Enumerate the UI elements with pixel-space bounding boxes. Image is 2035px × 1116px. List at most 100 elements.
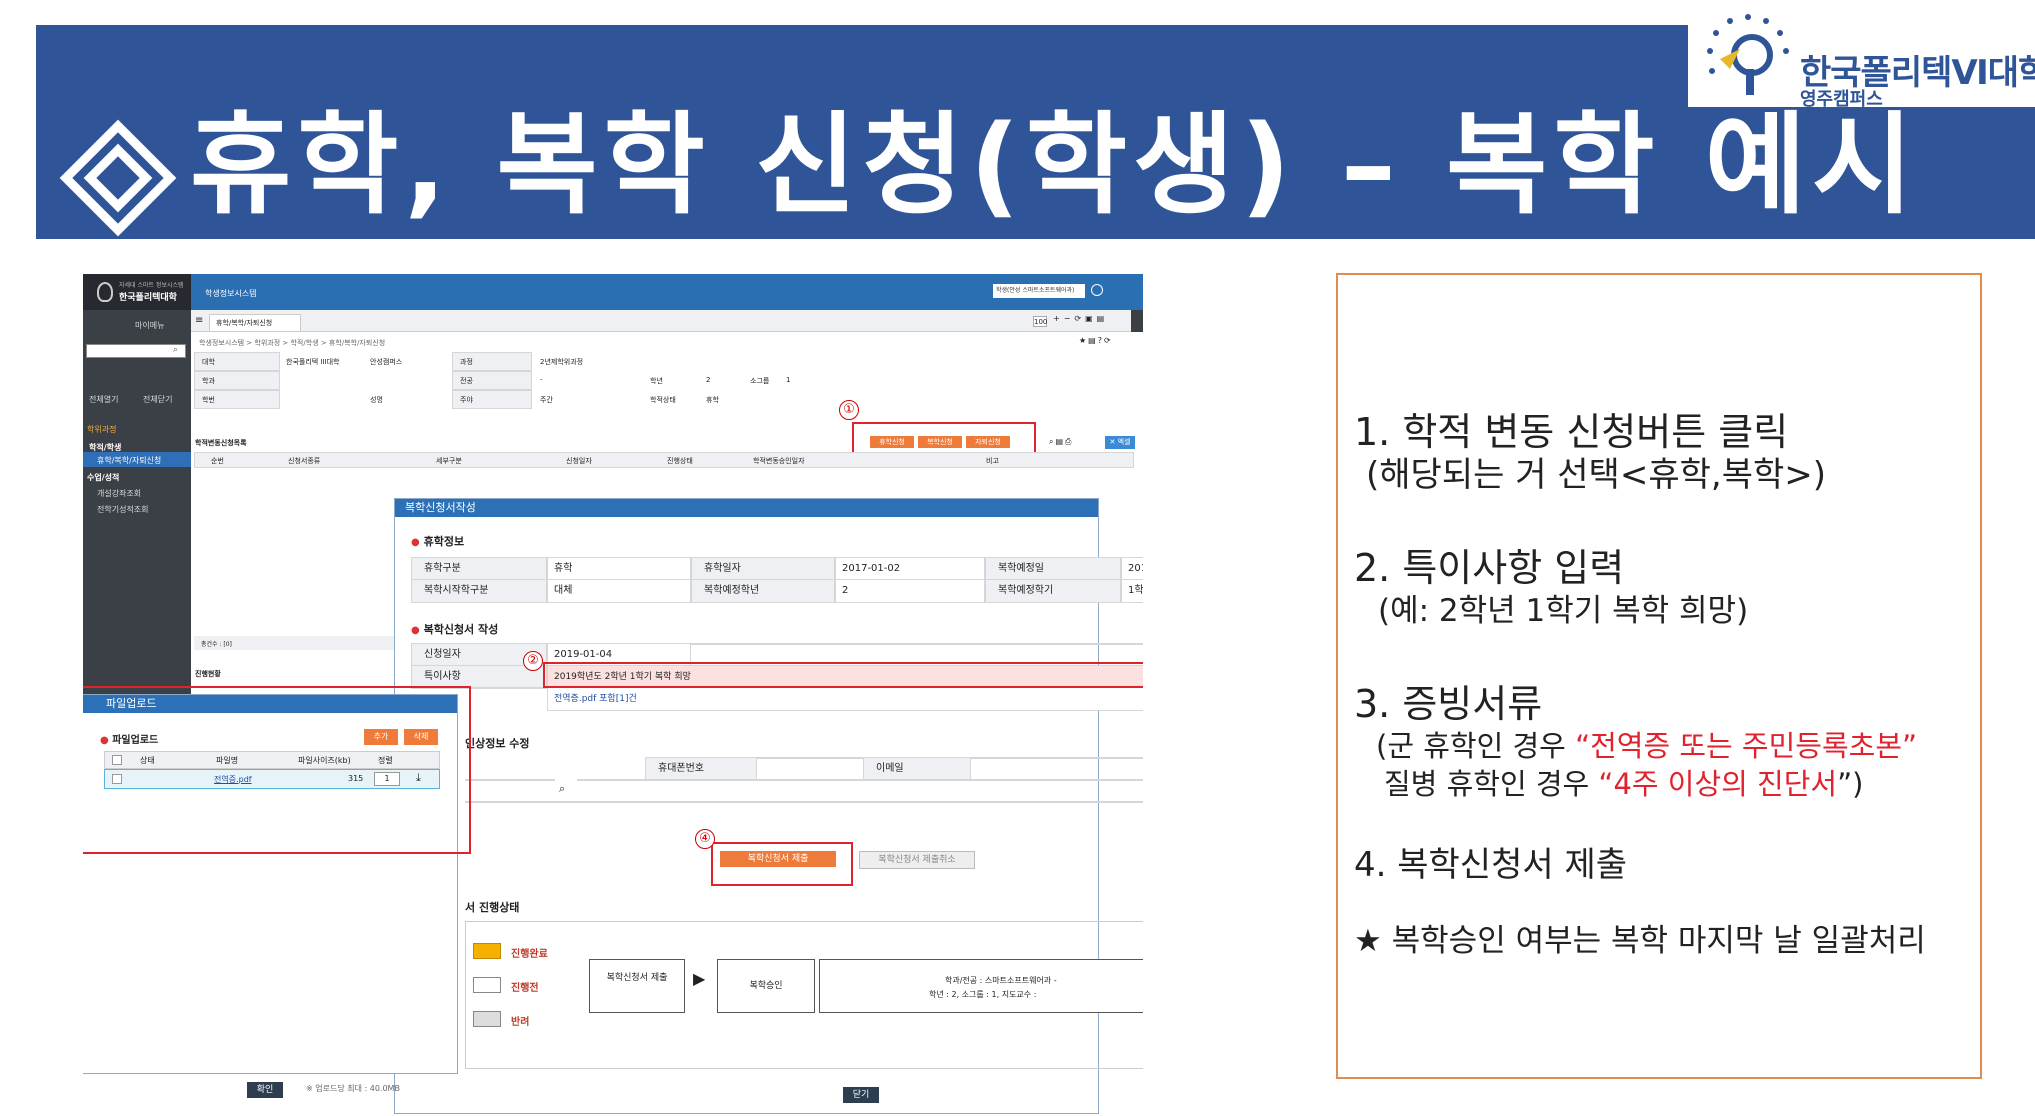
email-input[interactable]	[971, 757, 1143, 759]
step-3-illness-close: ”)	[1837, 767, 1864, 801]
section-progress: 서 진행상태	[465, 901, 520, 914]
list-col: 비고	[986, 457, 999, 465]
instruction-panel: 1. 학적 변동 신청버튼 클릭 (해당되는 거 선택<휴학,복학>) 2. 특…	[1336, 273, 1982, 1079]
scroll-up-icon[interactable]	[1131, 310, 1143, 332]
step-3-illness: 질병 휴학인 경우 “4주 이상의 진단서”)	[1384, 761, 1863, 803]
my-menu-link[interactable]: 마이메뉴	[135, 320, 164, 331]
collapse-all-button[interactable]: 전체닫기	[143, 394, 172, 405]
section-label: 복학신청서 작성	[423, 623, 499, 636]
info-value: 2년제학위과정	[540, 358, 584, 366]
leave-value: 2019-03-01	[1121, 557, 1143, 581]
list-col: 학적변동승인일자	[753, 457, 805, 465]
brand-tagline: 자세대 스마트 정보시스템	[119, 282, 184, 289]
legend-done: 진행완료	[511, 949, 548, 960]
highlight-box-4	[711, 842, 853, 886]
leave-value: 휴학	[547, 557, 691, 581]
leave-label: 휴학일자	[691, 557, 835, 581]
info-label: 대학	[202, 358, 215, 366]
nav-leave-return[interactable]: 휴학/복학/자퇴신청	[97, 455, 161, 466]
flow-detail-box	[819, 959, 1143, 1013]
excel-button[interactable]: ✕ 엑셀	[1105, 436, 1135, 449]
expand-all-button[interactable]: 전체열기	[89, 394, 118, 405]
nav-courses[interactable]: 개설강좌조회	[97, 488, 141, 499]
phone-input[interactable]	[757, 757, 863, 759]
top-bar: 학생정보시스템 학생(안성 스마트소프트웨어과)	[191, 274, 1143, 310]
step-1-detail: (해당되는 거 선택<휴학,복학>)	[1366, 455, 1827, 495]
section-label: 휴학정보	[423, 535, 465, 548]
brand-name: 한국폴리텍대학	[119, 293, 177, 303]
info-value: 주간	[540, 396, 553, 404]
brand-bar: 자세대 스마트 정보시스템 한국폴리텍대학	[83, 274, 191, 310]
step-2-detail: (예: 2학년 1학기 복학 희망)	[1378, 593, 1749, 629]
info-label: 과정	[460, 358, 473, 366]
view-controls-icon[interactable]: +−⟳▣▤	[1053, 314, 1108, 323]
close-button[interactable]: 닫기	[843, 1087, 879, 1103]
list-tool-icons[interactable]: ⌕▤⎙	[1049, 437, 1073, 447]
list-col: 세부구분	[436, 457, 462, 465]
address-input[interactable]	[577, 779, 1143, 781]
zip-search-icon[interactable]: ⌕	[559, 782, 565, 796]
info-label: 주야	[460, 396, 473, 404]
system-title: 학생정보시스템	[205, 289, 257, 298]
legend-rejected-swatch	[473, 1011, 501, 1027]
menu-search-input[interactable]	[86, 344, 186, 358]
step-2: 2. 특이사항 입력	[1354, 546, 1625, 590]
breadcrumb: 학생정보시스템 > 학위과정 > 학적/학생 > 휴학/복학/자퇴신청	[199, 339, 386, 347]
zoom-value[interactable]: 100	[1033, 316, 1047, 327]
leave-value: 대체	[547, 579, 691, 603]
logo-subtitle: 영주캠퍼스	[1800, 89, 1883, 110]
list-col: 진행상태	[667, 457, 693, 465]
nav-grades[interactable]: 전학기성적조회	[97, 504, 149, 515]
user-select[interactable]: 학생(안성 스마트소프트웨어과)	[993, 284, 1085, 298]
step-3-military-doc: “전역증 또는 주민등록초본”	[1575, 729, 1918, 763]
step-3-illness-doc: “4주 이상의 진단서	[1598, 767, 1838, 801]
cancel-submission-button[interactable]: 복학신청서 제출취소	[859, 851, 975, 869]
leave-label: 복학예정일	[985, 557, 1121, 581]
info-label: 학적상태	[650, 396, 676, 404]
tab-strip	[191, 310, 1143, 332]
step-4: 4. 복학신청서 제출	[1354, 845, 1628, 885]
step-3-military-text: (군 휴학인 경우	[1376, 729, 1576, 763]
info-value: -	[540, 376, 543, 384]
info-table: 대학 한국폴리텍 III대학 안성캠퍼스 과정 2년제학위과정 학과 전공 - …	[194, 352, 854, 409]
total-count: 총건수 : [0]	[201, 641, 232, 648]
info-value: 한국폴리텍 III대학	[286, 358, 340, 366]
flow-step-approve: 복학승인	[717, 959, 815, 1013]
leave-label: 복학예정학기	[985, 579, 1121, 603]
page-title: 휴학, 복학 신청(학생) – 복학 예시	[190, 101, 1920, 229]
section-application: ● 복학신청서 작성	[411, 623, 499, 636]
zip-input[interactable]	[465, 779, 555, 781]
approval-note: ★ 복학승인 여부는 복학 마지막 날 일괄처리	[1354, 923, 1926, 959]
section-personal-info: 인상정보 수정	[465, 737, 530, 750]
search-icon[interactable]: ⌕	[173, 345, 178, 355]
toolbar-icons[interactable]: ★▤?⟳	[1079, 336, 1113, 345]
confirm-button[interactable]: 확인	[247, 1082, 283, 1098]
list-title: 학적변동신청목록	[195, 439, 247, 447]
nav-class[interactable]: 수업/성적	[87, 472, 119, 483]
diamond-icon	[59, 119, 177, 237]
file-field[interactable]: 전역증.pdf 포함[1]건	[547, 687, 1143, 711]
info-label: 학과	[202, 377, 215, 385]
app-screenshot: 자세대 스마트 정보시스템 한국폴리텍대학 마이메뉴 ⌕ 전체열기 전체닫기 학…	[83, 274, 1143, 1114]
list-col: 신청서종류	[288, 457, 321, 465]
step-3-military: (군 휴학인 경우 “전역증 또는 주민등록초본”	[1376, 723, 1917, 765]
address-detail-input[interactable]	[465, 801, 1143, 803]
highlight-box-upload	[83, 686, 471, 854]
apply-date-filler	[691, 643, 1143, 645]
legend-done-swatch	[473, 943, 501, 959]
power-icon[interactable]	[1091, 284, 1103, 296]
highlight-box-2	[543, 662, 1143, 688]
leave-label: 복학예정학년	[691, 579, 835, 603]
legend-pending: 진행전	[511, 983, 539, 994]
tab-leave-return[interactable]: 휴학/복학/자퇴신청	[209, 314, 301, 332]
marker-2: ②	[523, 651, 543, 671]
info-value: 2	[706, 376, 711, 384]
marker-4: ④	[695, 829, 715, 849]
info-value: 안성캠퍼스	[370, 358, 403, 366]
legend-pending-swatch	[473, 977, 501, 993]
step-3: 3. 증빙서류	[1354, 682, 1543, 726]
info-label: 학년	[650, 377, 663, 385]
return-application-dialog: 복학신청서작성 ● 휴학정보 휴학구분 휴학 휴학일자 2017-01-02 복…	[394, 498, 1143, 1114]
nav-degree[interactable]: 학위과정	[87, 424, 116, 435]
hamburger-icon[interactable]: ≡	[195, 315, 203, 326]
